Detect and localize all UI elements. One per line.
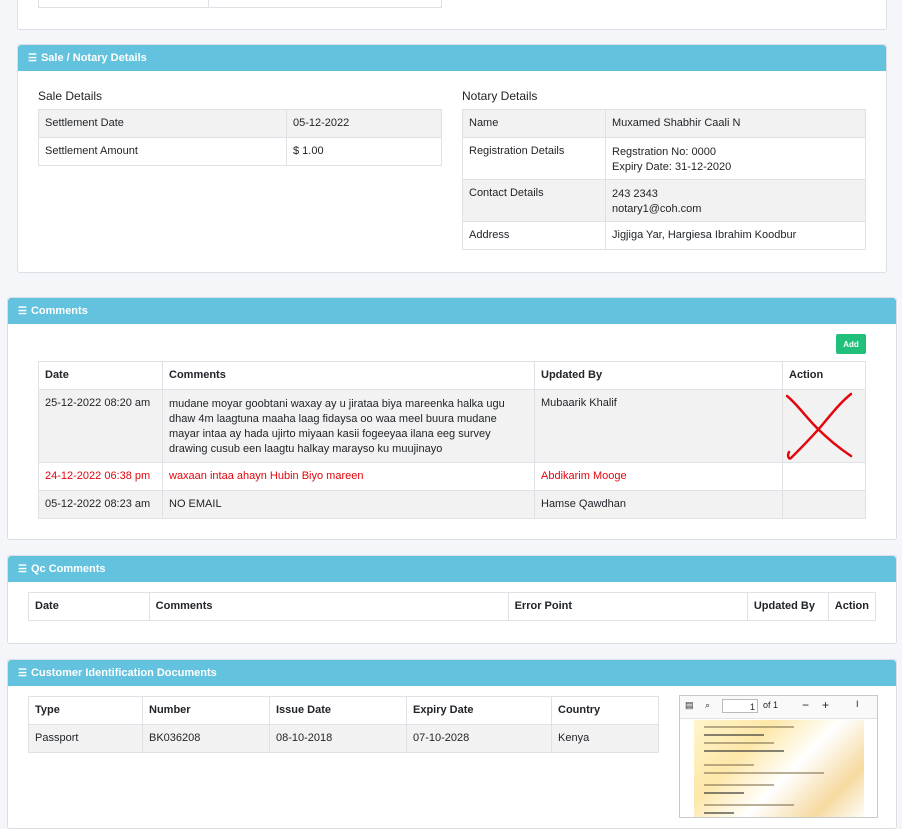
table-row: Settlement Amount $ 1.00 [38, 137, 442, 166]
text-cursor-icon[interactable]: I [856, 699, 859, 709]
delete-action-cell[interactable] [782, 389, 866, 463]
pdf-toolbar: ▤ ⌕ 1 of 1 − + I [680, 696, 877, 719]
list-icon: ☰ [28, 53, 37, 64]
sale-details-table: Settlement Date 05-12-2022 Settlement Am… [38, 109, 442, 166]
top-partial-card [17, 0, 887, 30]
qc-comments-header: ☰ Qc Comments [8, 556, 896, 582]
zoom-in-icon[interactable]: + [822, 698, 829, 712]
comments-header: ☰ Comments [8, 298, 896, 324]
table-row: Registration Details Regstration No: 000… [462, 137, 866, 180]
close-icon[interactable] [783, 390, 855, 462]
sale-notary-header: ☰ Sale / Notary Details [18, 45, 886, 71]
notary-details-table: Name Muxamed Shabhir Caali N Registratio… [462, 109, 866, 250]
action-cell [782, 462, 866, 491]
list-icon: ☰ [18, 306, 27, 317]
pdf-page-count: of 1 [763, 700, 779, 710]
sidebar-toggle-icon[interactable]: ▤ [685, 700, 694, 711]
table-header-row: Date Comments Updated By Action [38, 361, 866, 390]
customer-docs-table: Type Number Issue Date Expiry Date Count… [28, 696, 659, 753]
pdf-page-input[interactable]: 1 [722, 699, 758, 713]
notary-details-heading: Notary Details [462, 89, 538, 103]
table-row: 25-12-2022 08:20 am mudane moyar goobtan… [38, 389, 866, 463]
search-icon[interactable]: ⌕ [705, 700, 710, 711]
pdf-viewer[interactable]: ▤ ⌕ 1 of 1 − + I [679, 695, 878, 818]
table-header-row: Type Number Issue Date Expiry Date Count… [28, 696, 659, 725]
zoom-out-icon[interactable]: − [802, 698, 809, 712]
add-comment-button[interactable]: Add [836, 334, 866, 354]
table-row: 24-12-2022 06:38 pm waxaan intaa ahayn H… [38, 462, 866, 491]
table-row: Passport BK036208 08-10-2018 07-10-2028 … [28, 724, 659, 753]
comments-table: Date Comments Updated By Action 25-12-20… [38, 361, 866, 519]
table-row: Contact Details 243 2343 notary1@coh.com [462, 179, 866, 222]
customer-docs-header: ☰ Customer Identification Documents [8, 660, 896, 686]
list-icon: ☰ [18, 668, 27, 679]
pdf-page-preview [694, 720, 864, 817]
top-partial-table [38, 0, 442, 8]
action-cell [782, 490, 866, 519]
qc-comments-table: Date Comments Error Point Updated By Act… [28, 592, 877, 621]
table-header-row: Date Comments Error Point Updated By Act… [28, 592, 877, 621]
table-row: Name Muxamed Shabhir Caali N [462, 109, 866, 138]
table-row: 05-12-2022 08:23 am NO EMAIL Hamse Qawdh… [38, 490, 866, 519]
list-icon: ☰ [18, 564, 27, 575]
sale-details-heading: Sale Details [38, 89, 103, 103]
table-row: Settlement Date 05-12-2022 [38, 109, 442, 138]
table-row: Address Jigjiga Yar, Hargiesa Ibrahim Ko… [462, 221, 866, 250]
